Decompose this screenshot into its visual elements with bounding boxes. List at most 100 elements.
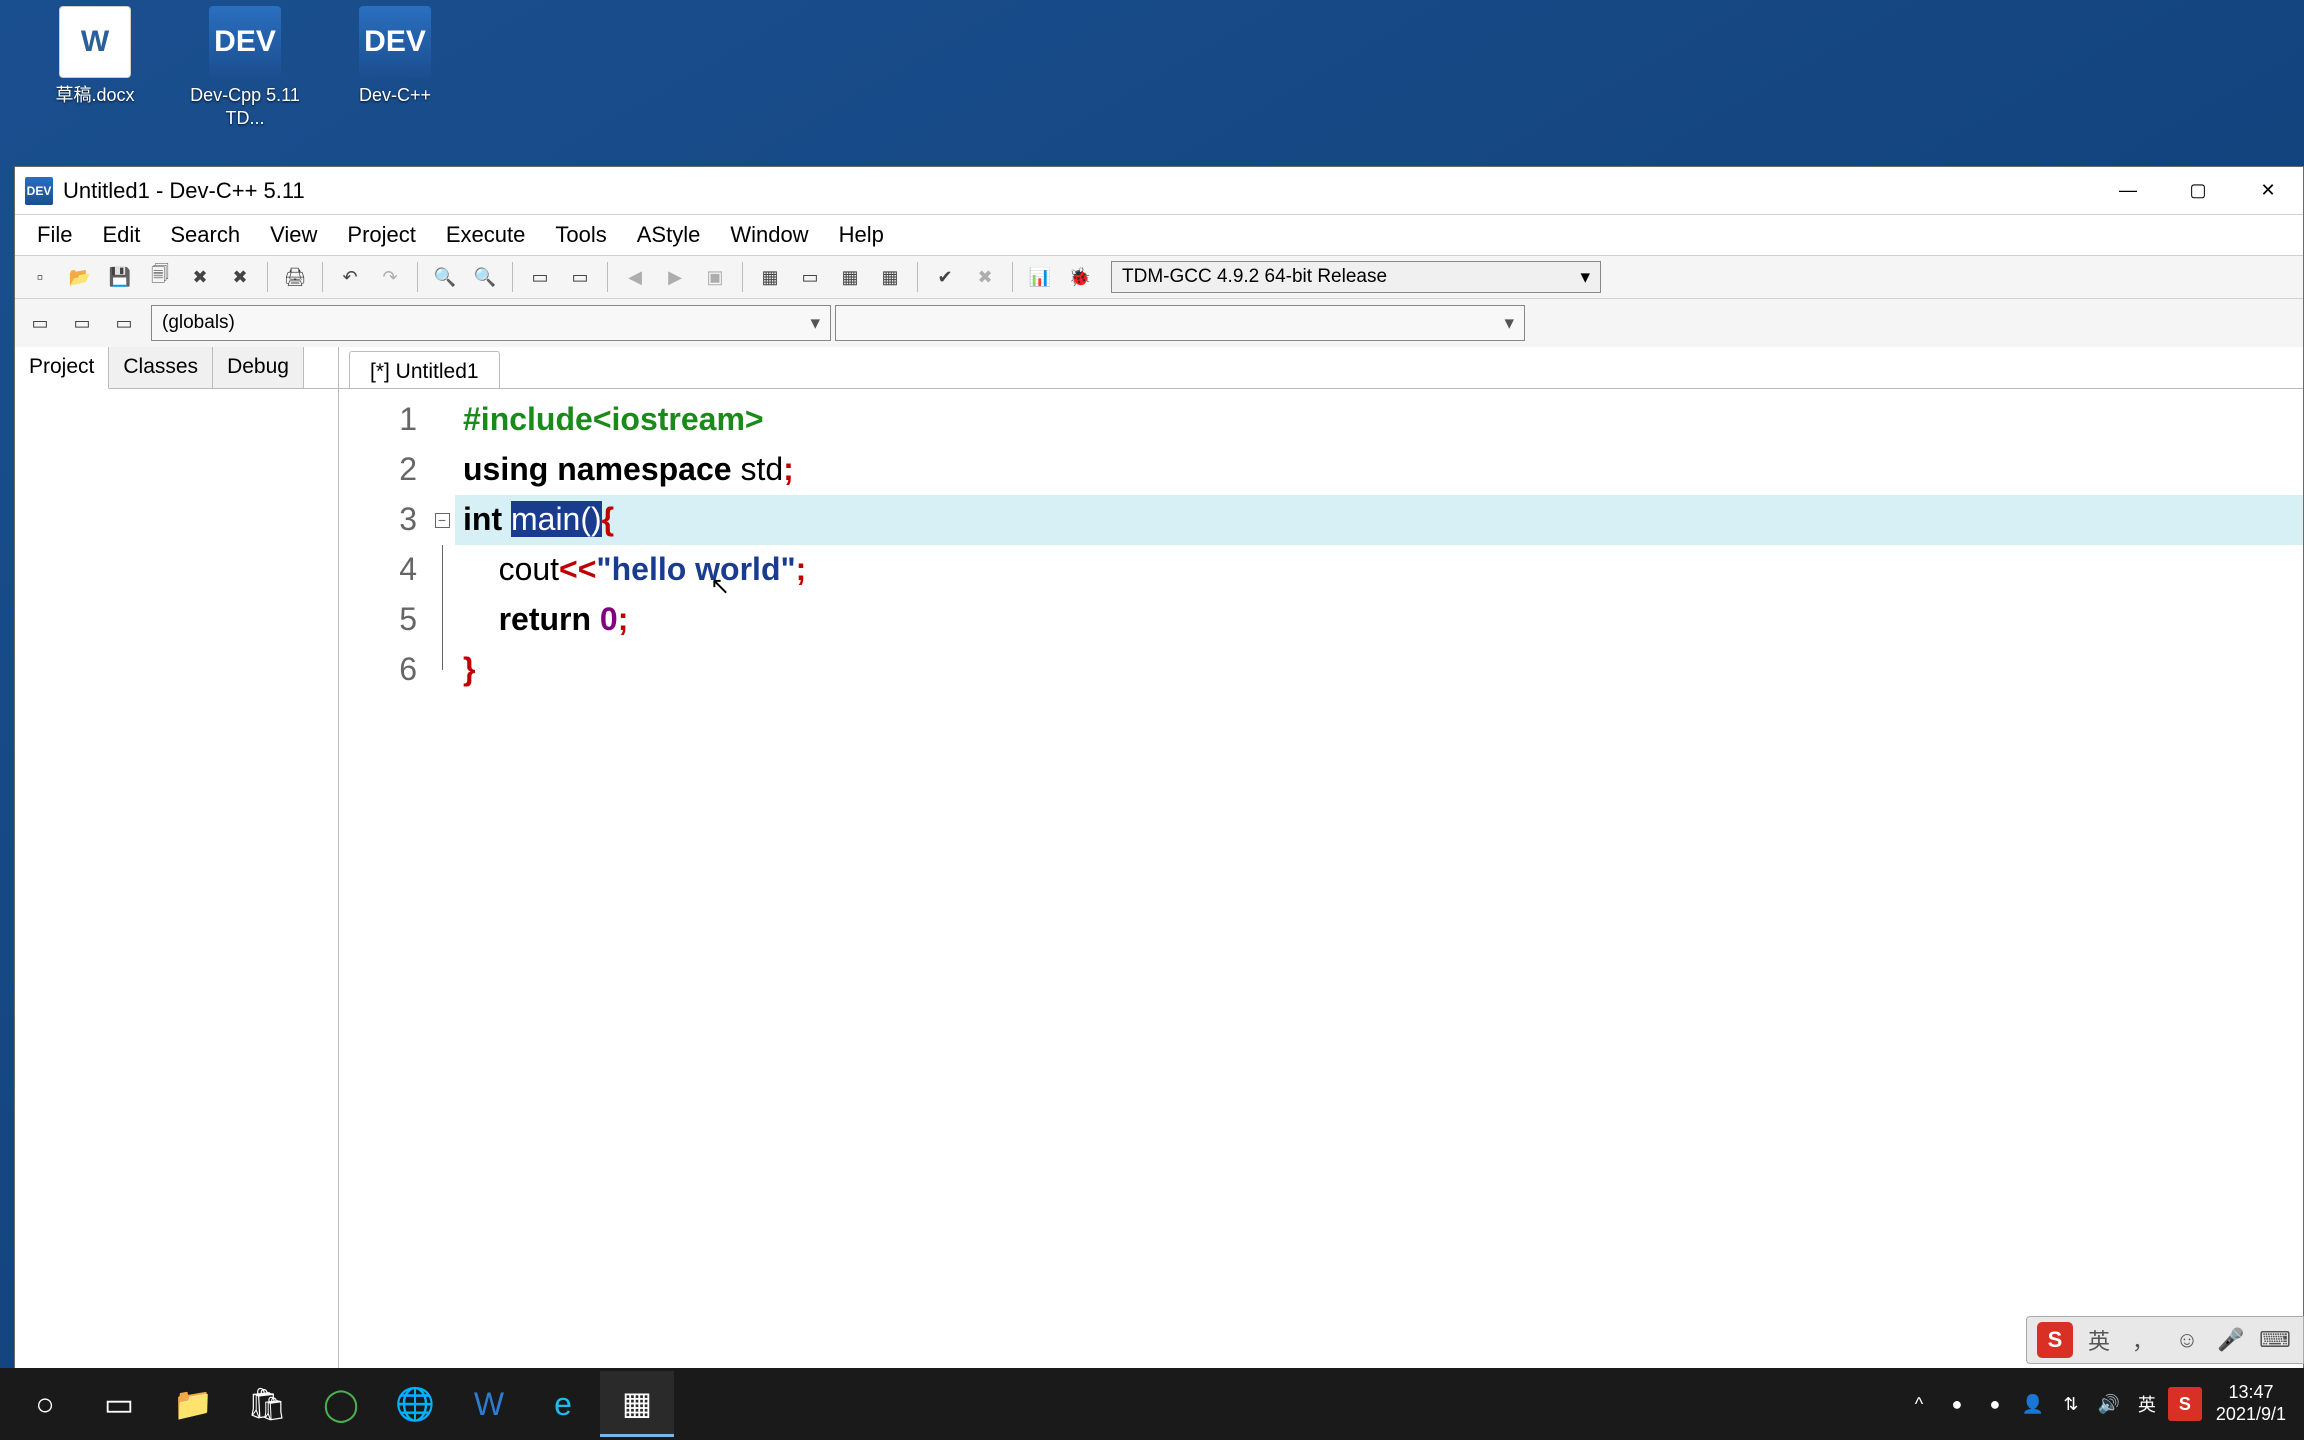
ie-button[interactable]: e xyxy=(526,1371,600,1437)
toolbar-separator xyxy=(917,262,918,292)
save-button[interactable]: 💾 xyxy=(101,259,139,295)
rebuild-button[interactable]: ▦ xyxy=(871,259,909,295)
menu-help[interactable]: Help xyxy=(825,216,898,254)
menu-project[interactable]: Project xyxy=(333,216,429,254)
tray-sogou-icon[interactable]: S xyxy=(2168,1387,2202,1421)
tray-volume-icon[interactable]: 🔊 xyxy=(2092,1387,2126,1421)
fold-collapse-icon[interactable]: − xyxy=(435,513,450,528)
menu-view[interactable]: View xyxy=(256,216,331,254)
insert-button[interactable]: ▭ xyxy=(63,305,101,341)
code-content[interactable]: #include<iostream> using namespace std; … xyxy=(455,389,2303,1439)
scope-select-value: (globals) xyxy=(162,312,235,334)
tray-app-icon[interactable]: ● xyxy=(1940,1387,1974,1421)
menu-edit[interactable]: Edit xyxy=(88,216,154,254)
tab-debug[interactable]: Debug xyxy=(213,347,304,388)
work-area: Project Classes Debug [*] Untitled1 1 2 … xyxy=(15,347,2303,1439)
toolbar-separator xyxy=(742,262,743,292)
save-all-button[interactable]: 🗐 xyxy=(141,259,179,295)
abort-button[interactable]: ✖ xyxy=(966,259,1004,295)
devcpp-taskbar-button[interactable]: ▦ xyxy=(600,1371,674,1437)
menu-search[interactable]: Search xyxy=(156,216,254,254)
tray-date: 2021/9/1 xyxy=(2216,1404,2286,1426)
close-file-button[interactable]: ✖ xyxy=(181,259,219,295)
code-editor[interactable]: 1 2 3 4 5 6 − #include<iostream> using n xyxy=(339,389,2303,1439)
ime-bar[interactable]: S 英 ， ☺ 🎤 ⌨ xyxy=(2026,1316,2304,1364)
new-file-button[interactable]: ▫ xyxy=(21,259,59,295)
line-number: 4 xyxy=(339,545,417,595)
fold-line xyxy=(442,595,443,645)
open-file-button[interactable]: 📂 xyxy=(61,259,99,295)
new-class-button[interactable]: ▭ xyxy=(21,305,59,341)
window-title: Untitled1 - Dev-C++ 5.11 xyxy=(63,178,2093,204)
desktop-icon-devcpp[interactable]: DEV Dev-C++ xyxy=(330,6,460,107)
store-button[interactable]: 🛍 xyxy=(230,1371,304,1437)
bookmark-button[interactable]: ▭ xyxy=(105,305,143,341)
fold-gutter: − xyxy=(429,389,455,1439)
ime-emoji-icon[interactable]: ☺ xyxy=(2169,1322,2205,1358)
run-button[interactable]: ▭ xyxy=(791,259,829,295)
sogou-ime-icon[interactable]: S xyxy=(2037,1322,2073,1358)
tab-project[interactable]: Project xyxy=(15,347,109,389)
sidebar: Project Classes Debug xyxy=(15,347,339,1439)
find-button[interactable]: 🔍 xyxy=(426,259,464,295)
chrome-button[interactable]: 🌐 xyxy=(378,1371,452,1437)
menu-tools[interactable]: Tools xyxy=(541,216,620,254)
goto-bookmark-button[interactable]: ▭ xyxy=(561,259,599,295)
function-select[interactable]: ▾ xyxy=(835,305,1525,341)
syntax-check-button[interactable]: ✔ xyxy=(926,259,964,295)
word-button[interactable]: W xyxy=(452,1371,526,1437)
compiler-select[interactable]: TDM-GCC 4.9.2 64-bit Release ▾ xyxy=(1111,261,1601,293)
edge-button[interactable]: ◯ xyxy=(304,1371,378,1437)
tray-people-icon[interactable]: 👤 xyxy=(2016,1387,2050,1421)
nav-stop-button[interactable]: ▣ xyxy=(696,259,734,295)
print-button[interactable]: 🖨 xyxy=(276,259,314,295)
start-button[interactable]: ○ xyxy=(8,1371,82,1437)
nav-forward-button[interactable]: ▶ xyxy=(656,259,694,295)
minimize-button[interactable]: — xyxy=(2093,167,2163,215)
app-icon: DEV xyxy=(25,177,53,205)
editor-tab-untitled1[interactable]: [*] Untitled1 xyxy=(349,351,500,388)
ime-punct-icon[interactable]: ， xyxy=(2125,1322,2161,1358)
tray-app-icon[interactable]: ● xyxy=(1978,1387,2012,1421)
system-tray: ^ ● ● 👤 ⇅ 🔊 英 S 13:47 2021/9/1 xyxy=(1902,1382,2296,1425)
word-icon: W xyxy=(59,6,131,78)
toggle-bookmark-button[interactable]: ▭ xyxy=(521,259,559,295)
fold-line xyxy=(442,645,443,670)
redo-button[interactable]: ↷ xyxy=(371,259,409,295)
menu-astyle[interactable]: AStyle xyxy=(623,216,715,254)
taskbar[interactable]: ○ ▭ 📁 🛍 ◯ 🌐 W e ▦ ^ ● ● 👤 ⇅ 🔊 英 S 13:47 … xyxy=(0,1368,2304,1440)
toolbar-separator xyxy=(417,262,418,292)
task-view-button[interactable]: ▭ xyxy=(82,1371,156,1437)
profile-button[interactable]: 📊 xyxy=(1021,259,1059,295)
tray-ime-lang[interactable]: 英 xyxy=(2130,1387,2164,1421)
menu-window[interactable]: Window xyxy=(716,216,822,254)
editor-area: [*] Untitled1 1 2 3 4 5 6 − xyxy=(339,347,2303,1439)
editor-tabs: [*] Untitled1 xyxy=(339,347,2303,389)
menu-file[interactable]: File xyxy=(23,216,86,254)
ime-voice-icon[interactable]: 🎤 xyxy=(2213,1322,2249,1358)
undo-button[interactable]: ↶ xyxy=(331,259,369,295)
scope-select[interactable]: (globals) ▾ xyxy=(151,305,831,341)
nav-back-button[interactable]: ◀ xyxy=(616,259,654,295)
titlebar[interactable]: DEV Untitled1 - Dev-C++ 5.11 — ▢ ✕ xyxy=(15,167,2303,215)
debug-button[interactable]: 🐞 xyxy=(1061,259,1099,295)
tray-chevron-icon[interactable]: ^ xyxy=(1902,1387,1936,1421)
ime-lang-toggle[interactable]: 英 xyxy=(2081,1322,2117,1358)
line-number: 6 xyxy=(339,645,417,695)
tab-classes[interactable]: Classes xyxy=(109,347,213,388)
file-explorer-button[interactable]: 📁 xyxy=(156,1371,230,1437)
compile-run-button[interactable]: ▦ xyxy=(831,259,869,295)
desktop-icon-word[interactable]: W 草稿.docx xyxy=(30,6,160,107)
sidebar-tabs: Project Classes Debug xyxy=(15,347,338,389)
desktop-icon-devcpp-installer[interactable]: DEV Dev-Cpp 5.11 TD... xyxy=(180,6,310,131)
compiler-select-value: TDM-GCC 4.9.2 64-bit Release xyxy=(1122,266,1387,288)
maximize-button[interactable]: ▢ xyxy=(2163,167,2233,215)
tray-network-icon[interactable]: ⇅ xyxy=(2054,1387,2088,1421)
close-all-button[interactable]: ✖ xyxy=(221,259,259,295)
ime-keyboard-icon[interactable]: ⌨ xyxy=(2257,1322,2293,1358)
menu-execute[interactable]: Execute xyxy=(432,216,540,254)
compile-button[interactable]: ▦ xyxy=(751,259,789,295)
tray-clock[interactable]: 13:47 2021/9/1 xyxy=(2206,1382,2296,1425)
replace-button[interactable]: 🔍 xyxy=(466,259,504,295)
close-button[interactable]: ✕ xyxy=(2233,167,2303,215)
